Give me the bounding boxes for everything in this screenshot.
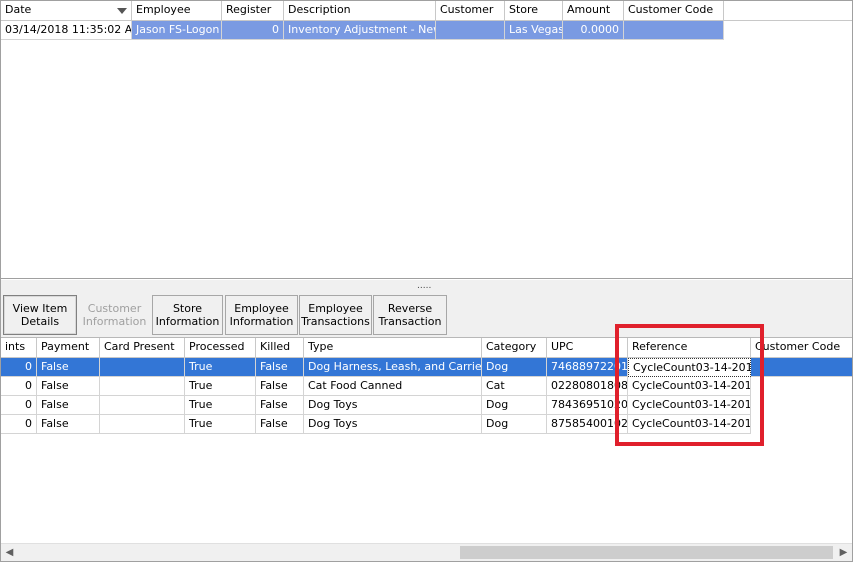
points-cell[interactable]: 0 [1, 396, 37, 415]
column-header-store[interactable]: Store [505, 1, 563, 21]
reverse-transaction-button[interactable]: Reverse Transaction [373, 295, 447, 335]
scrollbar-thumb[interactable] [460, 546, 833, 559]
card-present-cell[interactable] [100, 377, 185, 396]
column-header-register[interactable]: Register [222, 1, 284, 21]
upc-cell[interactable]: 784369510201 [547, 396, 628, 415]
processed-cell[interactable]: True [185, 415, 256, 434]
column-header-customer-code[interactable]: Customer Code [751, 338, 852, 358]
category-cell[interactable]: Cat [482, 377, 547, 396]
killed-cell[interactable]: False [256, 377, 304, 396]
processed-cell[interactable]: True [185, 396, 256, 415]
category-cell[interactable]: Dog [482, 358, 547, 377]
transaction-details-grid[interactable]: ints Payment Card Present Processed Kill… [1, 338, 852, 543]
table-row[interactable]: 0 False True False Dog Harness, Leash, a… [1, 358, 852, 377]
customer-code-cell[interactable] [624, 21, 724, 40]
column-header-date[interactable]: Date [1, 1, 132, 21]
register-cell[interactable]: 0 [222, 21, 284, 40]
column-header-amount[interactable]: Amount [563, 1, 624, 21]
column-header-customer[interactable]: Customer [436, 1, 505, 21]
sort-descending-icon[interactable] [117, 8, 127, 14]
payment-cell[interactable]: False [37, 358, 100, 377]
transactions-grid-header: Date Employee Register Description Custo… [1, 1, 724, 21]
column-header-killed[interactable]: Killed [256, 338, 304, 358]
transactions-grid[interactable]: Date Employee Register Description Custo… [1, 1, 852, 279]
store-information-button[interactable]: Store Information [152, 295, 223, 335]
store-cell[interactable]: Las Vegas [505, 21, 563, 40]
customer-code-cell[interactable] [751, 377, 852, 396]
category-cell[interactable]: Dog [482, 396, 547, 415]
transactions-window: Date Employee Register Description Custo… [0, 0, 853, 562]
scroll-left-arrow-icon[interactable]: ◀ [1, 544, 18, 561]
amount-cell[interactable]: 0.0000 [563, 21, 624, 40]
employee-information-button[interactable]: Employee Information [225, 295, 298, 335]
processed-cell[interactable]: True [185, 377, 256, 396]
employee-cell[interactable]: Jason FS-Logon [132, 21, 222, 40]
payment-cell[interactable]: False [37, 377, 100, 396]
customer-code-cell[interactable] [751, 358, 852, 377]
payment-cell[interactable]: False [37, 415, 100, 434]
column-header-customer-code[interactable]: Customer Code [624, 1, 724, 21]
reference-cell[interactable]: CycleCount03-14-2018 [628, 396, 751, 415]
splitter-grip-icon[interactable]: ..... [417, 281, 431, 291]
scroll-right-arrow-icon[interactable]: ▶ [835, 544, 852, 561]
card-present-cell[interactable] [100, 358, 185, 377]
employee-transactions-button[interactable]: Employee Transactions [299, 295, 372, 335]
upc-cell[interactable]: 746889722014 [547, 358, 628, 377]
points-cell[interactable]: 0 [1, 377, 37, 396]
column-header-description[interactable]: Description [284, 1, 436, 21]
column-header-type[interactable]: Type [304, 338, 482, 358]
reference-cell[interactable]: CycleCount03-14-2018 [628, 358, 751, 377]
column-header-upc[interactable]: UPC [547, 338, 628, 358]
customer-code-cell[interactable] [751, 415, 852, 434]
category-cell[interactable]: Dog [482, 415, 547, 434]
points-cell[interactable]: 0 [1, 415, 37, 434]
killed-cell[interactable]: False [256, 396, 304, 415]
customer-information-button[interactable]: Customer Information [79, 295, 150, 335]
customer-code-cell[interactable] [751, 396, 852, 415]
column-header-reference[interactable]: Reference [628, 338, 751, 358]
horizontal-scrollbar[interactable]: ◀ ▶ [1, 543, 852, 561]
reference-cell[interactable]: CycleCount03-14-2018 [628, 415, 751, 434]
killed-cell[interactable]: False [256, 358, 304, 377]
reference-cell[interactable]: CycleCount03-14-2018 [628, 377, 751, 396]
table-row[interactable]: 0 False True False Dog Toys Dog 87585400… [1, 415, 852, 434]
table-row[interactable]: 0 False True False Dog Toys Dog 78436951… [1, 396, 852, 415]
payment-cell[interactable]: False [37, 396, 100, 415]
column-header-category[interactable]: Category [482, 338, 547, 358]
details-toolbar: View Item Details Customer Information S… [1, 292, 852, 338]
type-cell[interactable]: Dog Harness, Leash, and Carriers [304, 358, 482, 377]
type-cell[interactable]: Dog Toys [304, 415, 482, 434]
killed-cell[interactable]: False [256, 415, 304, 434]
points-cell[interactable]: 0 [1, 358, 37, 377]
header-filler [724, 1, 852, 21]
type-cell[interactable]: Dog Toys [304, 396, 482, 415]
view-item-details-button[interactable]: View Item Details [3, 295, 77, 335]
panel-splitter[interactable]: ..... [1, 280, 852, 292]
processed-cell[interactable]: True [185, 358, 256, 377]
description-cell[interactable]: Inventory Adjustment - New [284, 21, 436, 40]
upc-cell[interactable]: 022808018087 [547, 377, 628, 396]
table-row[interactable]: 03/14/2018 11:35:02 AM Jason FS-Logon 0 … [1, 21, 724, 40]
column-header-payment[interactable]: Payment [37, 338, 100, 358]
column-header-points[interactable]: ints [1, 338, 37, 358]
column-header-card-present[interactable]: Card Present [100, 338, 185, 358]
details-grid-header: ints Payment Card Present Processed Kill… [1, 338, 852, 358]
card-present-cell[interactable] [100, 396, 185, 415]
table-row[interactable]: 0 False True False Cat Food Canned Cat 0… [1, 377, 852, 396]
customer-cell[interactable] [436, 21, 505, 40]
column-header-employee[interactable]: Employee [132, 1, 222, 21]
card-present-cell[interactable] [100, 415, 185, 434]
column-header-processed[interactable]: Processed [185, 338, 256, 358]
upc-cell[interactable]: 875854001028 [547, 415, 628, 434]
date-cell[interactable]: 03/14/2018 11:35:02 AM [1, 21, 132, 40]
type-cell[interactable]: Cat Food Canned [304, 377, 482, 396]
